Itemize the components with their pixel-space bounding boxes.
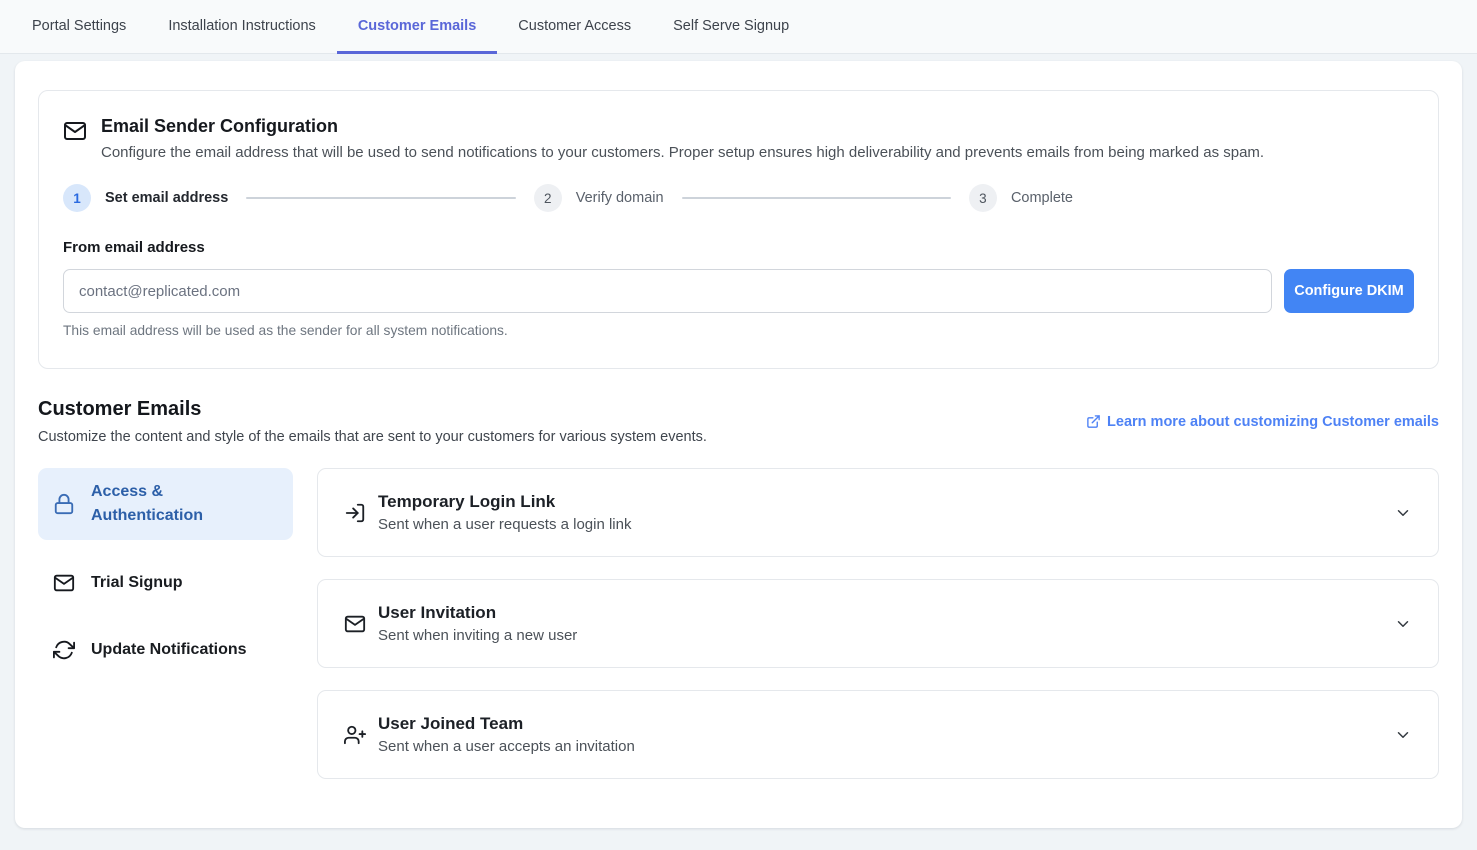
email-template-card-user-joined-team[interactable]: User Joined Team Sent when a user accept…: [317, 690, 1439, 779]
email-sender-config-card: Email Sender Configuration Configure the…: [38, 90, 1439, 369]
email-category-sidebar: Access & Authentication Trial Signup Upd…: [38, 468, 293, 779]
tab-self-serve-signup[interactable]: Self Serve Signup: [652, 0, 810, 54]
from-email-label: From email address: [63, 239, 1414, 256]
sidebar-item-update-notifications[interactable]: Update Notifications: [38, 626, 293, 674]
chevron-down-icon[interactable]: [1394, 504, 1412, 522]
template-title: User Joined Team: [378, 714, 635, 734]
mail-icon: [344, 613, 366, 635]
config-title: Email Sender Configuration: [101, 116, 1264, 137]
step-label: Complete: [1011, 190, 1073, 206]
tab-installation-instructions[interactable]: Installation Instructions: [147, 0, 337, 54]
template-subtitle: Sent when inviting a new user: [378, 627, 577, 644]
config-description: Configure the email address that will be…: [101, 144, 1264, 161]
email-template-list: Temporary Login Link Sent when a user re…: [317, 468, 1439, 779]
step-number: 1: [63, 184, 91, 212]
tab-portal-settings[interactable]: Portal Settings: [11, 0, 147, 54]
from-email-input[interactable]: [63, 269, 1272, 313]
step-label: Verify domain: [576, 190, 664, 206]
stepper: 1 Set email address 2 Verify domain 3 Co…: [63, 184, 1073, 212]
external-link-icon: [1086, 414, 1101, 429]
template-subtitle: Sent when a user accepts an invitation: [378, 738, 635, 755]
sidebar-item-label: Update Notifications: [91, 638, 247, 662]
tab-customer-access[interactable]: Customer Access: [497, 0, 652, 54]
learn-more-label: Learn more about customizing Customer em…: [1107, 414, 1439, 430]
template-title: Temporary Login Link: [378, 492, 631, 512]
sidebar-item-trial-signup[interactable]: Trial Signup: [38, 559, 293, 607]
login-icon: [344, 502, 366, 524]
tab-customer-emails[interactable]: Customer Emails: [337, 0, 497, 54]
configure-dkim-button[interactable]: Configure DKIM: [1284, 269, 1414, 313]
step-connector: [246, 197, 515, 199]
email-helper-text: This email address will be used as the s…: [63, 323, 1414, 338]
customer-emails-title: Customer Emails: [38, 398, 707, 421]
step-number: 2: [534, 184, 562, 212]
step-connector: [682, 197, 951, 199]
user-plus-icon: [344, 724, 366, 746]
refresh-icon: [53, 639, 75, 661]
mail-icon: [53, 572, 75, 594]
learn-more-link[interactable]: Learn more about customizing Customer em…: [1086, 414, 1439, 430]
chevron-down-icon[interactable]: [1394, 726, 1412, 744]
template-title: User Invitation: [378, 603, 577, 623]
step-complete: 3 Complete: [969, 184, 1073, 212]
customer-emails-description: Customize the content and style of the e…: [38, 429, 707, 445]
step-verify-domain: 2 Verify domain: [534, 184, 664, 212]
email-template-card-temporary-login-link[interactable]: Temporary Login Link Sent when a user re…: [317, 468, 1439, 557]
main-container: Email Sender Configuration Configure the…: [15, 61, 1462, 828]
sidebar-item-access-authentication[interactable]: Access & Authentication: [38, 468, 293, 540]
tab-bar: Portal Settings Installation Instruction…: [0, 0, 1477, 54]
lock-icon: [53, 493, 75, 515]
email-template-card-user-invitation[interactable]: User Invitation Sent when inviting a new…: [317, 579, 1439, 668]
sidebar-item-label: Trial Signup: [91, 571, 183, 595]
step-set-email-address: 1 Set email address: [63, 184, 228, 212]
mail-icon: [63, 119, 87, 143]
step-label: Set email address: [105, 190, 228, 206]
chevron-down-icon[interactable]: [1394, 615, 1412, 633]
customer-emails-section-header: Customer Emails Customize the content an…: [38, 398, 1439, 445]
template-subtitle: Sent when a user requests a login link: [378, 516, 631, 533]
step-number: 3: [969, 184, 997, 212]
sidebar-item-label: Access & Authentication: [91, 480, 278, 528]
